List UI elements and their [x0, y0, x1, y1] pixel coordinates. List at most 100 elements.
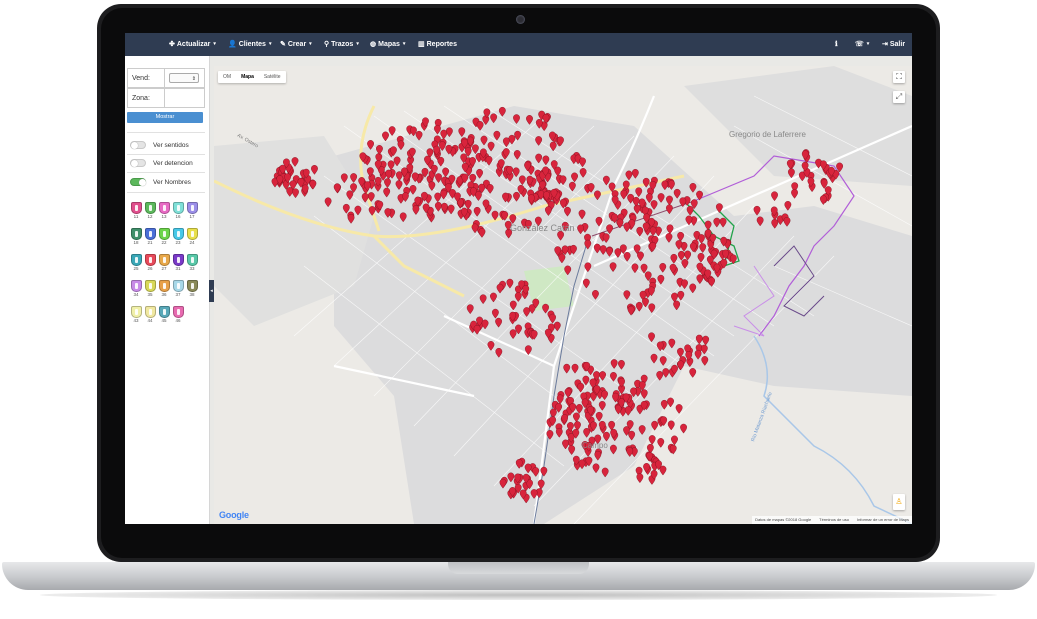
- vendor-25[interactable]: 25: [130, 254, 142, 271]
- logout-button[interactable]: ⇥ Salir: [882, 33, 905, 56]
- vendor-17[interactable]: 17: [186, 202, 198, 219]
- client-marker-icon[interactable]: [771, 191, 778, 202]
- person-icon: [172, 228, 184, 240]
- vendor-35[interactable]: 35: [144, 280, 156, 297]
- map-marker-icon: ⚲: [324, 41, 330, 48]
- vendor-44[interactable]: 44: [144, 306, 156, 323]
- vendor-27[interactable]: 27: [158, 254, 170, 271]
- vendor-45[interactable]: 45: [158, 306, 170, 323]
- toggle-switch[interactable]: [130, 159, 146, 167]
- vendor-31[interactable]: 31: [172, 254, 184, 271]
- layers-button[interactable]: ⛶: [893, 71, 905, 83]
- client-marker-icon[interactable]: [648, 435, 656, 445]
- vendor-43[interactable]: 43: [130, 306, 142, 323]
- nav-mapas-label: Mapas: [378, 41, 400, 48]
- mostrar-button[interactable]: Mostrar: [127, 112, 203, 123]
- webcam-icon: [516, 15, 525, 24]
- nav-clientes[interactable]: 👤 Clientes ▾: [228, 33, 271, 56]
- nav-mapas[interactable]: ◍ Mapas ▾: [370, 33, 405, 56]
- vendor-18[interactable]: 18: [130, 228, 142, 245]
- vendor-number: 17: [189, 214, 195, 219]
- toggle-ver-sentidos[interactable]: Ver sentidos: [130, 140, 189, 150]
- vendor-33[interactable]: 33: [186, 254, 198, 271]
- logout-icon: ⇥: [882, 41, 888, 48]
- person-icon: [144, 254, 156, 266]
- vend-row: Vend: ⇕: [127, 68, 205, 88]
- city-label-laferrere: Gregorio de Laferrere: [729, 130, 806, 139]
- person-icon: [186, 202, 198, 214]
- map-canvas[interactable]: González Catán Gregorio de Laferrere Cam…: [214, 66, 912, 524]
- logout-label: Salir: [889, 41, 906, 48]
- vendor-23[interactable]: 23: [172, 228, 184, 245]
- toggle-switch[interactable]: [130, 141, 146, 149]
- client-marker-icon[interactable]: [819, 195, 827, 205]
- person-icon: [130, 306, 142, 318]
- vendor-13[interactable]: 13: [158, 202, 170, 219]
- client-marker-icon[interactable]: [680, 423, 687, 434]
- phone-icon: ☏: [855, 41, 864, 48]
- person-icon: [130, 280, 142, 292]
- vendor-36[interactable]: 36: [158, 280, 170, 297]
- nav-actualizar[interactable]: ✤ Actualizar ▾: [169, 33, 216, 56]
- vendor-24[interactable]: 24: [186, 228, 198, 245]
- client-marker-icon[interactable]: [382, 131, 389, 142]
- person-icon: [158, 280, 170, 292]
- vendor-number: 36: [161, 292, 167, 297]
- vendor-12[interactable]: 12: [144, 202, 156, 219]
- map-footer: Datos de mapas ©2018 Google Términos de …: [752, 516, 912, 524]
- person-icon: [172, 202, 184, 214]
- client-marker-icon[interactable]: [791, 189, 798, 199]
- laptop-shadow: [40, 590, 997, 600]
- client-marker-icon[interactable]: [667, 397, 674, 408]
- zona-input[interactable]: [168, 93, 204, 103]
- client-marker-icon[interactable]: [388, 126, 396, 136]
- info-button[interactable]: ℹ: [835, 33, 838, 56]
- client-marker-icon[interactable]: [659, 465, 667, 476]
- toggle-switch[interactable]: [130, 178, 146, 186]
- client-marker-icon[interactable]: [636, 473, 644, 484]
- vendor-37[interactable]: 37: [172, 280, 184, 297]
- map-type-mapa[interactable]: Mapa: [236, 71, 259, 83]
- fullscreen-button[interactable]: ⤢: [893, 91, 905, 103]
- vendor-16[interactable]: 16: [172, 202, 184, 219]
- fullscreen-icon: ⤢: [895, 92, 903, 101]
- nav-reportes[interactable]: ▥ Reportes: [418, 33, 457, 56]
- vendor-46[interactable]: 46: [172, 306, 184, 323]
- person-icon: [186, 280, 198, 292]
- person-icon: [172, 254, 184, 266]
- vendor-21[interactable]: 21: [144, 228, 156, 245]
- toggle-label: Ver detencion: [153, 159, 193, 167]
- vendor-34[interactable]: 34: [130, 280, 142, 297]
- nav-reportes-label: Reportes: [426, 41, 457, 48]
- client-marker-icon[interactable]: [657, 438, 665, 448]
- vendor-11[interactable]: 11: [130, 202, 142, 219]
- client-marker-icon[interactable]: [675, 404, 683, 414]
- map-type-om[interactable]: OM: [218, 71, 236, 83]
- client-marker-icon[interactable]: [671, 435, 678, 446]
- caret-down-icon: ▾: [309, 41, 312, 47]
- nav-crear[interactable]: ✎ Crear ▾: [280, 33, 312, 56]
- nav-trazos[interactable]: ⚲ Trazos ▾: [324, 33, 359, 56]
- street-view-button[interactable]: ♙: [893, 494, 905, 510]
- person-icon: [144, 306, 156, 318]
- phone-button[interactable]: ☏ ▾: [855, 33, 869, 56]
- client-marker-icon[interactable]: [667, 420, 675, 431]
- map-layer: [214, 66, 912, 524]
- divider: [164, 89, 165, 107]
- vendor-38[interactable]: 38: [186, 280, 198, 297]
- map-type-satelite[interactable]: Satélite: [259, 71, 286, 83]
- vendor-number: 46: [175, 318, 181, 323]
- toggle-ver-detencion[interactable]: Ver detencion: [130, 158, 193, 168]
- caret-down-icon: ▾: [268, 41, 272, 47]
- toggle-ver-nombres[interactable]: Ver Nombres: [130, 177, 191, 187]
- pegman-icon: ♙: [895, 497, 903, 506]
- terms-link[interactable]: Términos de uso: [819, 516, 849, 524]
- client-marker-icon[interactable]: [689, 368, 697, 378]
- person-icon: [144, 202, 156, 214]
- vendor-22[interactable]: 22: [158, 228, 170, 245]
- vend-select[interactable]: ⇕: [169, 73, 199, 83]
- nav-trazos-label: Trazos: [331, 41, 354, 48]
- report-error-link[interactable]: Informar de un error de Maps: [857, 516, 909, 524]
- vend-label: Vend:: [132, 75, 150, 82]
- vendor-26[interactable]: 26: [144, 254, 156, 271]
